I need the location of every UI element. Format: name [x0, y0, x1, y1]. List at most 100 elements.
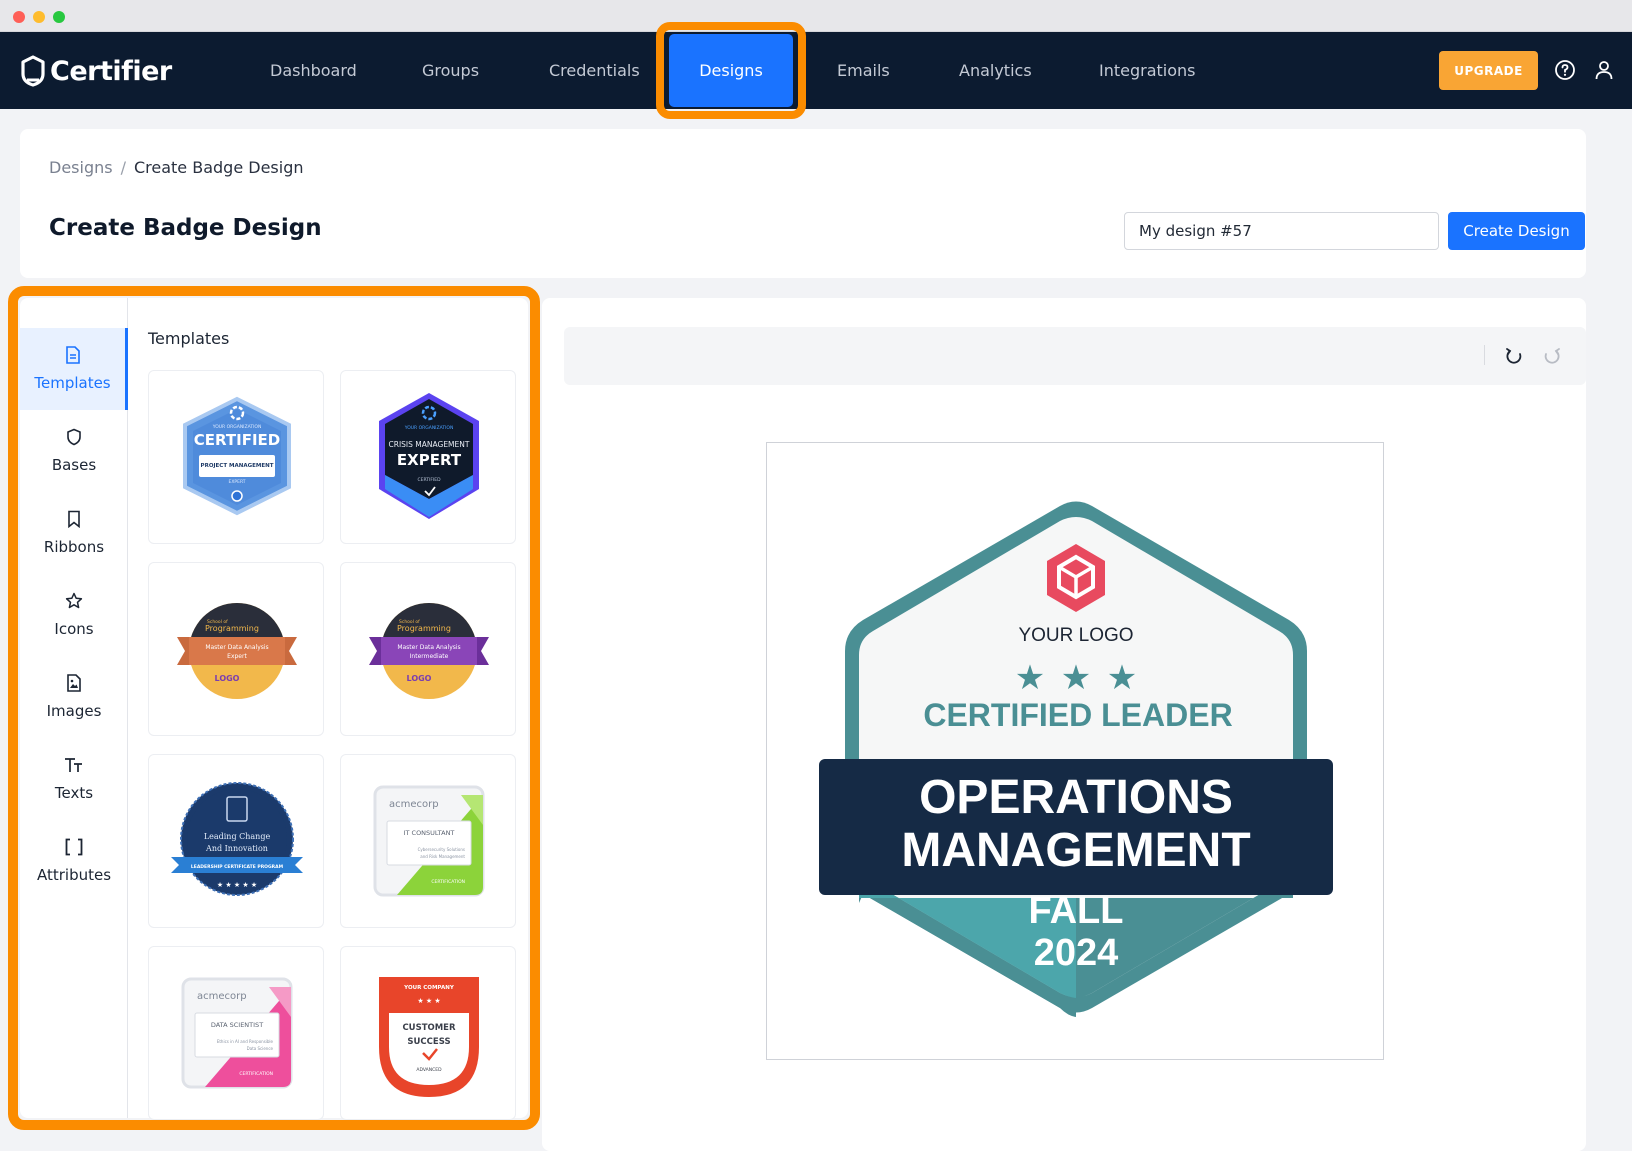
- design-name-input[interactable]: [1124, 212, 1439, 250]
- tpl3-line3: Master Data Analysis: [205, 644, 268, 651]
- tpl2-line3: EXPERT: [397, 451, 462, 469]
- template-data-scientist[interactable]: acmecorp DATA SCIENTIST Ethics in AI and…: [148, 946, 324, 1120]
- template-badge-image: YOUR COMPANY ★ ★ ★ CUSTOMER SUCCESS ADVA…: [379, 977, 479, 1097]
- badge-title-line2[interactable]: MANAGEMENT: [901, 824, 1250, 877]
- template-it-consultant[interactable]: acmecorp IT CONSULTANT Cybersecurity Sol…: [340, 754, 516, 928]
- badge-title-line1[interactable]: OPERATIONS: [919, 771, 1233, 824]
- tab-texts-label: Texts: [54, 784, 94, 802]
- template-badge-image: Leading Change And Innovation LEADERSHIP…: [171, 782, 303, 896]
- toolbar-divider: [1484, 345, 1485, 365]
- template-badge-image: School of Programming Master Data Analys…: [369, 603, 489, 699]
- tpl5-line2: And Innovation: [205, 844, 268, 853]
- minimize-window-button[interactable]: [33, 11, 45, 23]
- tab-icons[interactable]: Icons: [20, 574, 128, 656]
- badge-subtitle[interactable]: CERTIFIED LEADER: [923, 697, 1232, 733]
- tpl5-line1: Leading Change: [204, 832, 271, 841]
- star-icon: [65, 592, 83, 614]
- nav-integrations[interactable]: Integrations: [1099, 32, 1196, 109]
- tpl6-line2: Cybersecurity Solutions: [418, 847, 465, 852]
- tpl7-line3: Data Science: [247, 1046, 274, 1051]
- tpl3-line2: Programming: [205, 624, 259, 633]
- app-window: Certifier Dashboard Groups Credentials E…: [0, 0, 1632, 1151]
- template-certified-pm[interactable]: YOUR ORGANIZATION CERTIFIED PROJECT MANA…: [148, 370, 324, 544]
- brackets-icon: [64, 838, 84, 860]
- breadcrumb-separator: /: [120, 158, 126, 177]
- redo-icon[interactable]: [1542, 346, 1562, 366]
- tpl8-line2: CUSTOMER: [402, 1023, 456, 1033]
- header-card: [20, 129, 1586, 278]
- nav-designs[interactable]: Designs: [669, 34, 793, 107]
- window-titlebar: [0, 0, 1632, 32]
- badge-year[interactable]: 2024: [1034, 932, 1119, 974]
- tpl2-line1: YOUR ORGANIZATION: [404, 425, 454, 431]
- svg-text:★: ★: [1107, 658, 1137, 698]
- nav-groups[interactable]: Groups: [422, 32, 479, 109]
- tpl8-line4: ADVANCED: [416, 1067, 442, 1073]
- top-navbar: Certifier Dashboard Groups Credentials E…: [0, 32, 1632, 109]
- nav-analytics[interactable]: Analytics: [959, 32, 1032, 109]
- tab-templates[interactable]: Templates: [20, 328, 128, 410]
- tpl3-line4: Expert: [227, 653, 247, 660]
- template-badge-image: acmecorp DATA SCIENTIST Ethics in AI and…: [181, 977, 293, 1089]
- user-icon[interactable]: [1592, 58, 1616, 82]
- tpl7-line4: CERTIFICATION: [239, 1071, 273, 1077]
- breadcrumb-designs-link[interactable]: Designs: [49, 158, 113, 177]
- tab-attributes-label: Attributes: [36, 866, 112, 884]
- tpl2-line2: CRISIS MANAGEMENT: [389, 440, 470, 449]
- tab-attributes[interactable]: Attributes: [20, 820, 128, 902]
- sidebar-tabs: Templates Bases Ribbons Icons Images Tex…: [20, 298, 128, 1118]
- editor-toolbar: [564, 327, 1586, 385]
- tpl6-line4: CERTIFICATION: [431, 879, 465, 885]
- bookmark-icon: [67, 510, 81, 532]
- template-badge-image: YOUR ORGANIZATION CERTIFIED PROJECT MANA…: [183, 396, 291, 516]
- tab-ribbons[interactable]: Ribbons: [20, 492, 128, 574]
- badge-season[interactable]: FALL: [1029, 890, 1124, 932]
- undo-icon[interactable]: [1504, 346, 1524, 366]
- tpl6-line1: IT CONSULTANT: [404, 829, 455, 837]
- template-badge-image: acmecorp IT CONSULTANT Cybersecurity Sol…: [373, 785, 485, 897]
- tpl6-line3: and Risk Management: [420, 854, 465, 859]
- template-data-analysis-expert[interactable]: School of Programming Master Data Analys…: [148, 562, 324, 736]
- tpl7-line1: DATA SCIENTIST: [211, 1021, 263, 1029]
- tab-bases[interactable]: Bases: [20, 410, 128, 492]
- image-icon: [66, 674, 82, 696]
- templates-heading: Templates: [148, 329, 230, 348]
- badge-stars[interactable]: ★ ★ ★: [1015, 658, 1137, 698]
- upgrade-button[interactable]: UPGRADE: [1439, 51, 1538, 90]
- tpl4-line4: Intermediate: [410, 653, 449, 660]
- design-canvas[interactable]: YOUR LOGO ★ ★ ★ CERTIFIED LEADER OPERATI…: [766, 442, 1384, 1060]
- tab-texts[interactable]: Texts: [20, 738, 128, 820]
- nav-emails[interactable]: Emails: [837, 32, 890, 109]
- svg-text:★: ★: [1015, 658, 1045, 698]
- tpl1-line3: PROJECT MANAGEMENT: [201, 463, 274, 469]
- help-circle-icon[interactable]: [1553, 58, 1577, 82]
- create-design-button[interactable]: Create Design: [1448, 212, 1585, 250]
- template-customer-success[interactable]: YOUR COMPANY ★ ★ ★ CUSTOMER SUCCESS ADVA…: [340, 946, 516, 1120]
- tpl1-line4: EXPERT: [228, 479, 245, 485]
- template-data-analysis-intermediate[interactable]: School of Programming Master Data Analys…: [340, 562, 516, 736]
- tpl8-line1: YOUR COMPANY: [403, 985, 455, 991]
- tpl2-line4: CERTIFIED: [417, 477, 441, 483]
- tpl7-brand: acmecorp: [197, 991, 247, 1002]
- svg-text:★ ★ ★: ★ ★ ★: [417, 997, 440, 1005]
- template-leading-change[interactable]: Leading Change And Innovation LEADERSHIP…: [148, 754, 324, 928]
- brand-name: Certifier: [50, 55, 172, 87]
- nav-dashboard[interactable]: Dashboard: [270, 32, 357, 109]
- badge-preview[interactable]: YOUR LOGO ★ ★ ★ CERTIFIED LEADER OPERATI…: [767, 443, 1385, 1061]
- badge-logo-text[interactable]: YOUR LOGO: [1018, 625, 1133, 646]
- tab-images[interactable]: Images: [20, 656, 128, 738]
- tab-images-label: Images: [46, 702, 102, 720]
- tpl5-line3: LEADERSHIP CERTIFICATE PROGRAM: [191, 864, 284, 870]
- tpl4-line2: Programming: [397, 624, 451, 633]
- certifier-logo-icon: [21, 55, 45, 87]
- brand-logo[interactable]: Certifier: [20, 52, 172, 90]
- maximize-window-button[interactable]: [53, 11, 65, 23]
- tpl4-line3: Master Data Analysis: [397, 644, 460, 651]
- tpl1-line1: YOUR ORGANIZATION: [212, 424, 262, 430]
- tpl6-brand: acmecorp: [389, 799, 439, 810]
- tab-icons-label: Icons: [54, 620, 94, 638]
- nav-credentials[interactable]: Credentials: [549, 32, 640, 109]
- close-window-button[interactable]: [13, 11, 25, 23]
- template-crisis-management[interactable]: YOUR ORGANIZATION CRISIS MANAGEMENT EXPE…: [340, 370, 516, 544]
- file-icon: [65, 346, 81, 368]
